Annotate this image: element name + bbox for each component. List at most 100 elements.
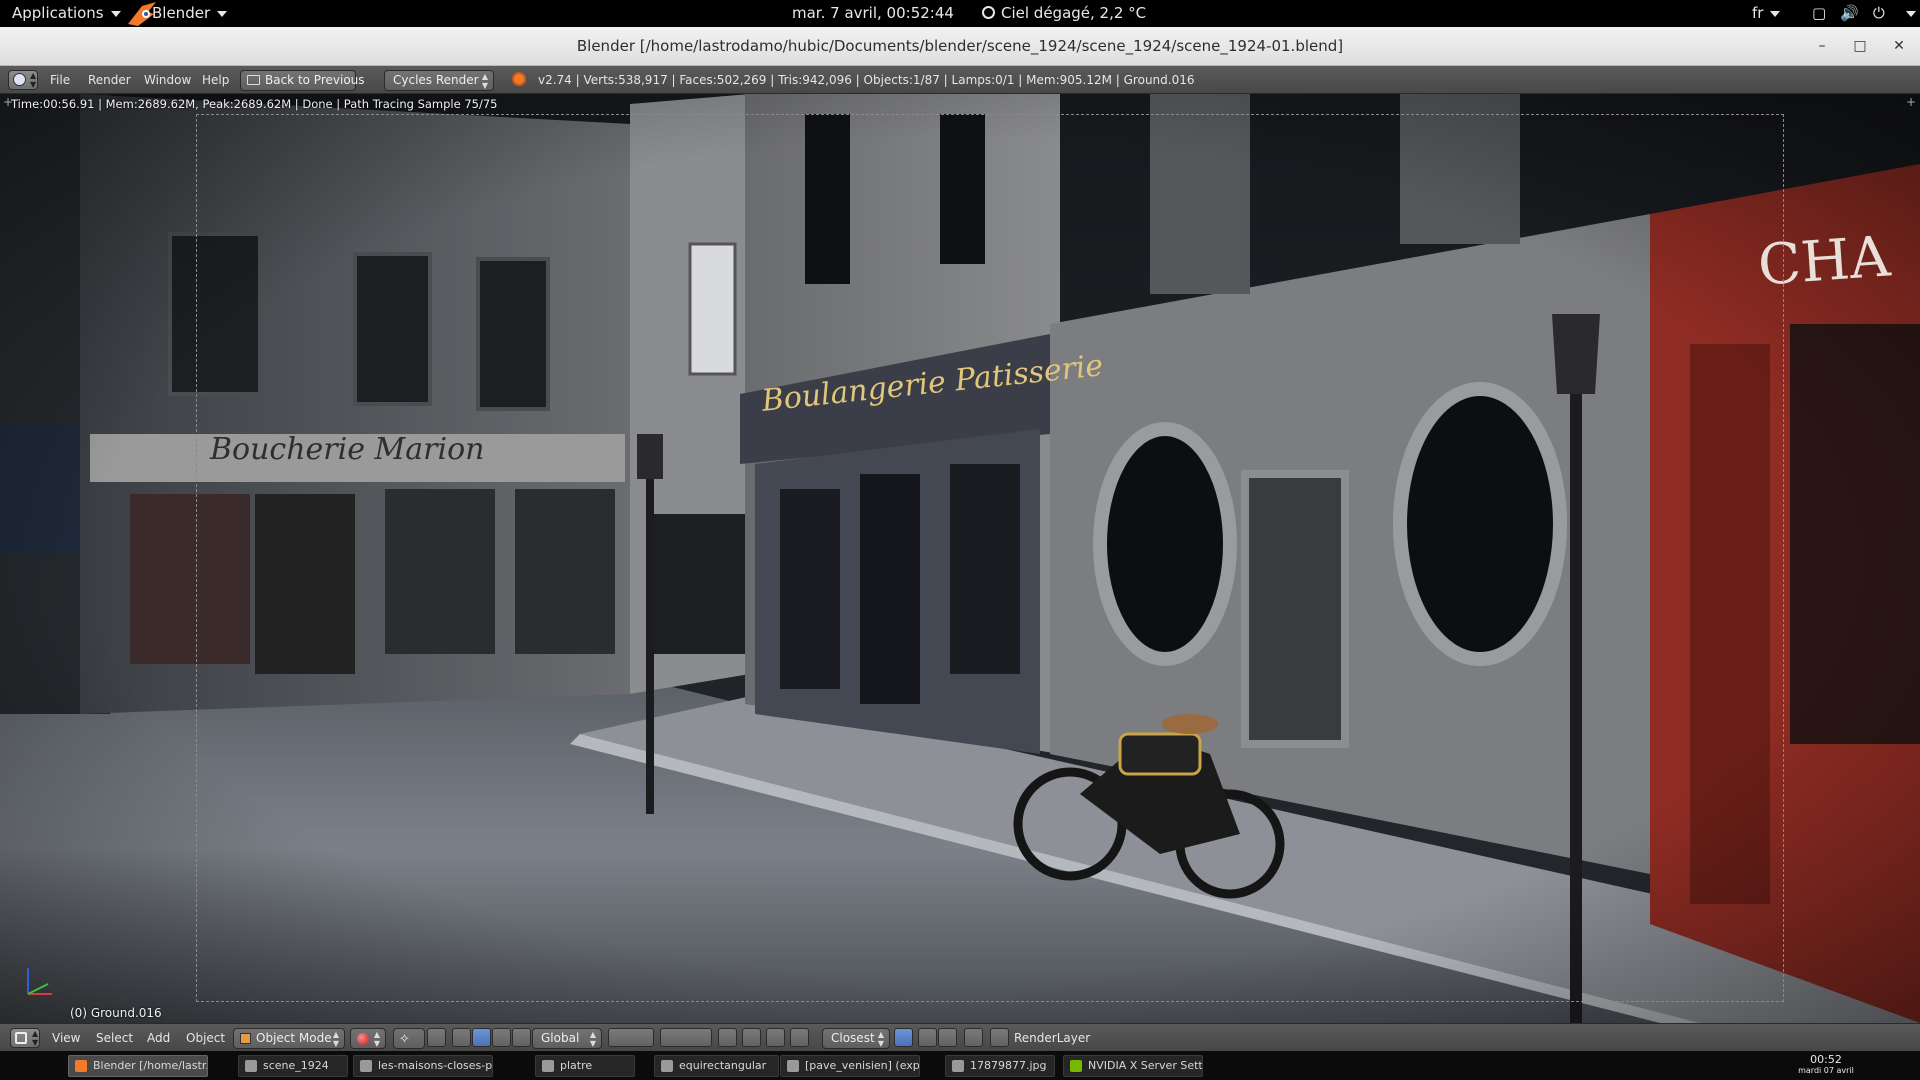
app-menu-label: Blender (152, 4, 211, 22)
mode-label: Object Mode (256, 1031, 332, 1045)
task-label: les-maisons-closes-p... (378, 1059, 493, 1072)
render-engine-select[interactable]: Cycles Render ▲ ▼ (384, 70, 494, 91)
task-label: NVIDIA X Server Sett... (1088, 1059, 1203, 1072)
top-bar-clock[interactable]: mar. 7 avril, 00:52:44 (792, 0, 954, 27)
gnome-top-bar: Applications Blender mar. 7 avril, 00:52… (0, 0, 1920, 27)
chevron-down-icon (110, 10, 121, 17)
menu-file[interactable]: File (50, 66, 70, 94)
close-button[interactable]: ✕ (1889, 36, 1909, 56)
updown-arrows-icon: ▲ ▼ (30, 71, 37, 89)
volume-icon[interactable]: 🔊 (1840, 0, 1859, 27)
menu-window[interactable]: Window (144, 66, 191, 94)
window-icon[interactable]: ▢ (1812, 0, 1826, 27)
menu-render[interactable]: Render (88, 66, 131, 94)
task-image-viewer[interactable]: 17879877.jpg (945, 1055, 1055, 1077)
taskbar-clock-time: 00:52 (1810, 1053, 1842, 1066)
screen-icon (247, 75, 260, 85)
scene-statistics: v2.74 | Verts:538,917 | Faces:502,269 | … (538, 73, 1195, 87)
render-status-text: Time:00:56.91 | Mem:2689.62M, Peak:2689.… (11, 97, 498, 111)
language-label: fr (1752, 4, 1764, 22)
task-label: platre (560, 1059, 593, 1072)
updown-arrows-icon: ▲ ▼ (332, 1030, 339, 1048)
render-layer-icon[interactable] (990, 1028, 1009, 1047)
object-mode-icon (240, 1033, 251, 1044)
mode-select[interactable]: Object Mode ▲ ▼ (233, 1028, 345, 1049)
menu-select[interactable]: Select (96, 1024, 133, 1052)
menu-object[interactable]: Object (186, 1024, 225, 1052)
scene-layers-row2[interactable] (660, 1028, 712, 1047)
scene-layers-row1[interactable] (608, 1028, 654, 1047)
image-icon (360, 1060, 372, 1072)
snap-align-icon[interactable] (894, 1028, 913, 1047)
manipulator-center-icon[interactable] (427, 1028, 446, 1047)
snap-label: Closest (831, 1031, 875, 1045)
task-blender[interactable]: Blender [/home/lastr... (68, 1055, 208, 1077)
back-to-previous-label: Back to Previous (265, 73, 365, 87)
applications-menu[interactable]: Applications (12, 0, 121, 27)
task-platre[interactable]: platre (535, 1055, 635, 1077)
render-viewport[interactable]: Boucherie Marion Boulangerie Patisserie … (0, 94, 1920, 1023)
updown-arrows-icon: ▲ ▼ (373, 1030, 380, 1048)
shading-sphere-icon (357, 1033, 369, 1045)
maximize-button[interactable]: □ (1850, 36, 1870, 56)
info-icon (13, 73, 26, 86)
menu-add[interactable]: Add (147, 1024, 170, 1052)
viewport-shading-select[interactable]: ▲ ▼ (350, 1028, 386, 1049)
task-pave-venisien[interactable]: [pave_venisien] (exp... (780, 1055, 920, 1077)
snap-toggle-icon[interactable] (790, 1028, 809, 1047)
menu-view[interactable]: View (52, 1024, 80, 1052)
clear-sky-icon (982, 6, 995, 19)
updown-arrows-icon: ▲ ▼ (481, 72, 488, 90)
render-engine-label: Cycles Render (393, 73, 479, 87)
gimp-icon (787, 1060, 799, 1072)
layer-lock-icon[interactable] (718, 1028, 737, 1047)
axis-gizmo-icon (27, 968, 52, 995)
taskbar-clock[interactable]: 00:52 mardi 07 avril (1796, 1054, 1856, 1076)
nvidia-icon (1070, 1060, 1082, 1072)
scale-manipulator-icon[interactable] (512, 1028, 531, 1047)
falloff-icon[interactable] (766, 1028, 785, 1047)
snap-target-select[interactable]: Closest ▲ ▼ (822, 1028, 890, 1049)
editor-type-button[interactable]: ▲ ▼ (8, 70, 38, 90)
task-label: 17879877.jpg (970, 1059, 1047, 1072)
camera-frame-border (196, 114, 1784, 1002)
updown-arrows-icon: ▲ ▼ (32, 1029, 39, 1047)
system-tray[interactable]: ▢ 🔊 ⏻ (1812, 0, 1920, 27)
viewport-corner-plus-icon[interactable]: + (1906, 95, 1916, 109)
back-to-previous-button[interactable]: Back to Previous (240, 70, 365, 91)
window-title: Blender [/home/lastrodamo/hubic/Document… (576, 37, 1344, 55)
blender-logo-icon (128, 2, 156, 26)
editor-type-button[interactable]: ▲ ▼ (10, 1028, 40, 1048)
pivot-point-select[interactable]: ✧ (393, 1028, 425, 1049)
task-equirectangular[interactable]: equirectangular (654, 1055, 779, 1077)
render-layer-label: RenderLayer (1014, 1031, 1091, 1045)
minimize-button[interactable]: – (1812, 36, 1832, 56)
task-label: [pave_venisien] (exp... (805, 1059, 920, 1072)
window-titlebar[interactable]: Blender [/home/lastrodamo/hubic/Document… (0, 27, 1920, 66)
transform-orientation-select[interactable]: Global ▲ ▼ (532, 1028, 602, 1049)
folder-icon (661, 1060, 673, 1072)
image-icon (952, 1060, 964, 1072)
proportional-edit-icon[interactable] (742, 1028, 761, 1047)
chevron-down-icon (1905, 10, 1916, 17)
pause-icon[interactable] (964, 1028, 983, 1047)
translate-manipulator-icon[interactable] (472, 1028, 491, 1047)
keyboard-layout-indicator[interactable]: fr (1752, 0, 1781, 27)
taskbar-clock-date: mardi 07 avril (1798, 1066, 1854, 1075)
active-object-label: (0) Ground.016 (70, 1006, 162, 1020)
chevron-down-icon (217, 10, 228, 17)
task-label: scene_1924 (263, 1059, 329, 1072)
pivot-icon: ✧ (399, 1032, 410, 1047)
menu-help[interactable]: Help (202, 66, 229, 94)
task-scene-folder[interactable]: scene_1924 (238, 1055, 348, 1077)
manipulator-toggle-icon[interactable] (452, 1028, 471, 1047)
render-animation-icon[interactable] (938, 1028, 957, 1047)
folder-icon (542, 1060, 554, 1072)
task-nvidia-settings[interactable]: NVIDIA X Server Sett... (1063, 1055, 1203, 1077)
app-menu-blender[interactable]: Blender (128, 0, 228, 27)
render-opengl-icon[interactable] (918, 1028, 937, 1047)
power-icon[interactable]: ⏻ (1873, 0, 1885, 27)
weather-indicator[interactable]: Ciel dégagé, 2,2 °C (982, 0, 1146, 27)
rotate-manipulator-icon[interactable] (492, 1028, 511, 1047)
task-les-maisons[interactable]: les-maisons-closes-p... (353, 1055, 493, 1077)
